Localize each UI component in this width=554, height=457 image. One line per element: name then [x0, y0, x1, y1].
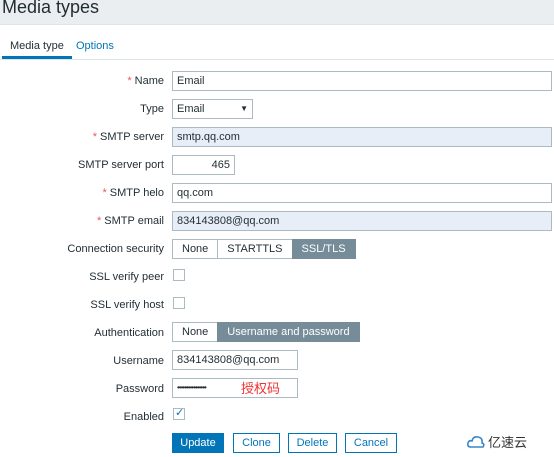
- page-title: Media types: [2, 0, 100, 17]
- type-label: Type: [140, 103, 164, 115]
- watermark-text: 亿速云: [488, 435, 528, 450]
- ssl-verify-peer-checkbox[interactable]: [173, 269, 185, 281]
- type-select-value: Email: [177, 103, 205, 115]
- smtp-email-label: * SMTP email: [97, 215, 164, 227]
- delete-button[interactable]: Delete: [288, 433, 337, 453]
- connection-security-ssl-tls[interactable]: SSL/TLS: [291, 239, 356, 259]
- required-mark: *: [127, 75, 132, 87]
- connection-security-toggle: None STARTTLS SSL/TLS: [172, 239, 356, 259]
- name-label: * Name: [127, 75, 164, 87]
- smtp-server-label: * SMTP server: [92, 131, 164, 143]
- tab-media-type[interactable]: Media type: [2, 25, 72, 59]
- connection-security-none[interactable]: None: [172, 239, 219, 259]
- type-select[interactable]: Email ▼: [172, 99, 253, 119]
- ssl-verify-host-checkbox[interactable]: [173, 297, 185, 309]
- authentication-username-password[interactable]: Username and password: [217, 322, 360, 342]
- smtp-helo-label: * SMTP helo: [102, 187, 165, 199]
- authentication-none[interactable]: None: [172, 322, 219, 342]
- authentication-label: Authentication: [94, 327, 164, 339]
- ssl-verify-peer-label: SSL verify peer: [89, 271, 164, 283]
- enabled-label: Enabled: [123, 411, 164, 423]
- required-mark: *: [102, 187, 107, 199]
- cancel-button[interactable]: Cancel: [345, 433, 397, 453]
- username-label: Username: [113, 355, 164, 367]
- password-label: Password: [115, 383, 164, 395]
- ssl-verify-host-label: SSL verify host: [90, 299, 164, 311]
- clone-button[interactable]: Clone: [233, 433, 280, 453]
- required-mark: *: [97, 215, 102, 227]
- enabled-checkbox[interactable]: ✓: [173, 407, 185, 420]
- tab-options[interactable]: Options: [68, 25, 122, 57]
- smtp-helo-input[interactable]: qq.com: [172, 183, 552, 203]
- update-button[interactable]: Update: [172, 433, 224, 453]
- connection-security-starttls[interactable]: STARTTLS: [217, 239, 293, 259]
- authentication-toggle: None Username and password: [172, 322, 360, 342]
- watermark: 亿速云: [467, 432, 527, 451]
- name-input[interactable]: Email: [172, 71, 552, 91]
- tab-bar: Media type Options: [0, 25, 554, 60]
- smtp-email-input[interactable]: 834143808@qq.com: [172, 211, 552, 231]
- required-mark: *: [92, 131, 98, 143]
- username-input[interactable]: 834143808@qq.com: [172, 350, 298, 370]
- cloud-logo-icon: [467, 435, 485, 448]
- smtp-server-input[interactable]: smtp.qq.com: [172, 127, 552, 147]
- checkmark-icon: ✓: [175, 407, 185, 419]
- password-annotation: 授权码: [241, 382, 281, 397]
- smtp-port-input[interactable]: 465: [172, 155, 235, 175]
- smtp-port-label: SMTP server port: [78, 159, 164, 171]
- connection-security-label: Connection security: [67, 243, 164, 255]
- chevron-down-icon: ▼: [240, 104, 248, 113]
